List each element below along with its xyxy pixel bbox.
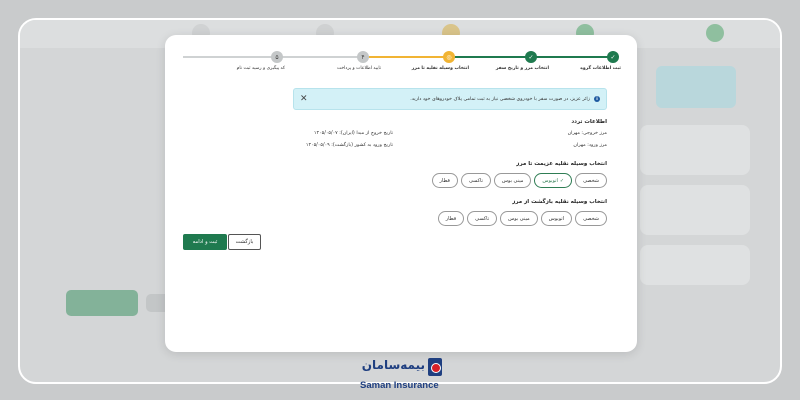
info-icon: i [594, 96, 600, 102]
check-circle-icon: ✓ [559, 177, 565, 184]
background-alert [656, 66, 736, 108]
option-label: شخصی [583, 215, 599, 222]
submit-continue-button[interactable]: ثبت و ادامه [183, 234, 227, 250]
brand-mark-icon [428, 358, 442, 376]
background-card [640, 245, 750, 285]
close-icon[interactable]: ✕ [300, 94, 308, 104]
exit-border-value: مرز خروجی: مهران [567, 131, 607, 136]
step-label-receipt: کد پیگیری و رسید ثبت نام [236, 66, 285, 71]
option-label: تاکسی [475, 215, 490, 222]
trip-info-title: اطلاعات تردد [571, 119, 607, 125]
step-active-icon: ◎ [443, 51, 455, 63]
step-label-payment: تایید اطلاعات و پرداخت [336, 66, 381, 71]
outbound-option-train[interactable]: قطار [431, 173, 458, 188]
option-label: تاکسی [468, 177, 483, 184]
step-connector [531, 56, 613, 58]
info-alert: i زائر عزیز، در صورت سفر با خودروی شخصی … [293, 88, 607, 110]
step-done-check-icon: ✓ [607, 51, 619, 63]
outbound-option-bus[interactable]: ✓ اتوبوس [534, 173, 573, 188]
background-card [640, 125, 750, 175]
background-card [640, 185, 750, 235]
step-label-group-info: ثبت اطلاعات گروه [580, 66, 621, 71]
return-option-train[interactable]: قطار [437, 211, 465, 226]
outbound-vehicle-options: شخصی ✓ اتوبوس مینی بوس تاکسی قطار [431, 173, 607, 188]
step-connector [277, 56, 363, 58]
return-vehicle-title: انتخاب وسیله نقلیه بازگشت از مرز [512, 199, 607, 205]
logo-persian-text: بیمه‌سامان [361, 358, 425, 372]
saman-insurance-logo: بیمه‌سامان Saman Insurance [360, 358, 442, 396]
logo-english-text: Saman Insurance [360, 380, 439, 391]
return-vehicle-options: شخصی اتوبوس مینی بوس تاکسی قطار [437, 211, 607, 226]
option-label: مینی بوس [501, 177, 524, 184]
step-pending-number-icon: ۵ [271, 51, 283, 63]
option-label: قطار [445, 215, 457, 222]
entry-date-value: تاریخ ورود به کشور (بازگشت): ۱۴۰۵/۰۵/۰۹ [305, 143, 393, 148]
alert-message: زائر عزیز، در صورت سفر با خودروی شخصی نی… [410, 96, 590, 102]
background-button [66, 290, 138, 316]
outbound-option-taxi[interactable]: تاکسی [460, 173, 491, 188]
option-label: قطار [439, 177, 450, 184]
outbound-option-private[interactable]: شخصی [575, 173, 607, 188]
back-button[interactable]: بازگشت [228, 234, 261, 250]
exit-date-value: تاریخ خروج از مبدا (ایران): ۱۴۰۵/۰۵/۰۷ [313, 131, 393, 136]
option-label: اتوبوس [548, 215, 565, 222]
return-option-bus[interactable]: اتوبوس [540, 211, 573, 226]
step-label-border-date: انتخاب مرز و تاریخ سفر [495, 66, 549, 71]
progress-stepper: ✓ ثبت اطلاعات گروه ✓ انتخاب مرز و تاریخ … [183, 51, 621, 91]
step-connector [183, 56, 277, 58]
step-connector [363, 56, 449, 58]
step-connector [449, 56, 531, 58]
step-done-check-icon: ✓ [525, 51, 537, 63]
option-label: مینی بوس [508, 215, 530, 222]
background-step-icon [706, 24, 724, 42]
step-pending-number-icon: ۴ [357, 51, 369, 63]
outbound-option-minibus[interactable]: مینی بوس [493, 173, 532, 188]
option-label: شخصی [583, 177, 599, 184]
entry-border-value: مرز ورود: مهران [573, 143, 607, 148]
return-option-minibus[interactable]: مینی بوس [500, 211, 538, 226]
step-label-vehicle: انتخاب وسیله نقلیه تا مرز [411, 66, 469, 71]
option-label: اتوبوس [542, 177, 558, 184]
return-option-private[interactable]: شخصی [575, 211, 607, 226]
vehicle-selection-modal: ✓ ثبت اطلاعات گروه ✓ انتخاب مرز و تاریخ … [165, 35, 637, 352]
outbound-vehicle-title: انتخاب وسیله نقلیه عزیمت تا مرز [516, 161, 607, 167]
return-option-taxi[interactable]: تاکسی [467, 211, 498, 226]
